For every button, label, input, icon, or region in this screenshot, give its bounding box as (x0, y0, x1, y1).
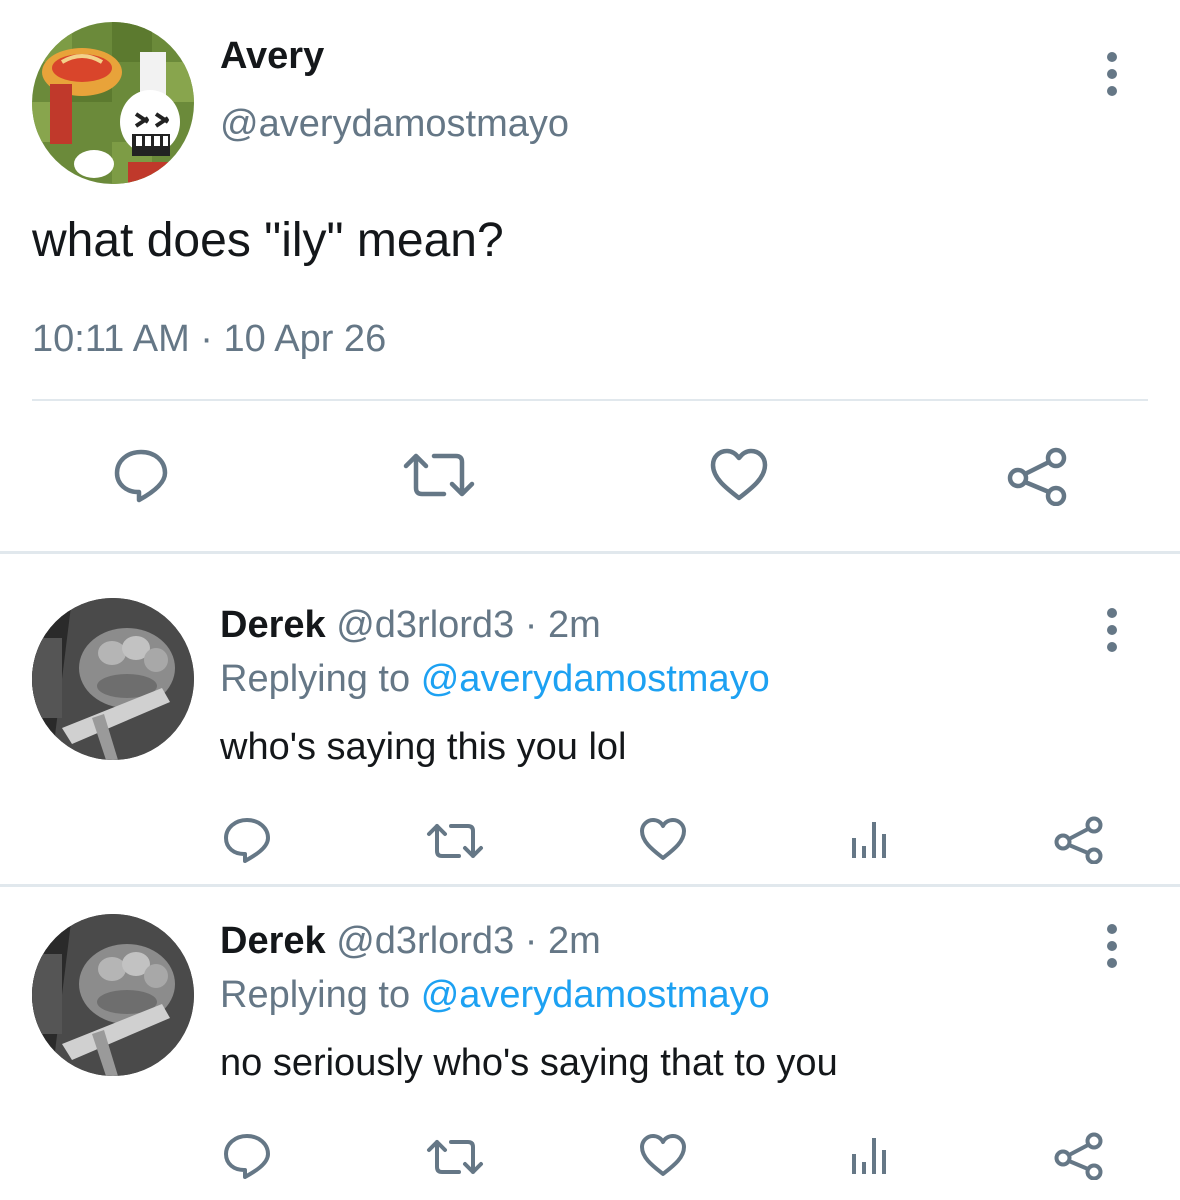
more-options-button[interactable] (1106, 608, 1118, 652)
reply-age[interactable]: 2m (548, 920, 601, 962)
reply-header: Derek @d3rlord3 · 2m (220, 918, 601, 964)
reply-avatar[interactable] (32, 598, 194, 760)
retweet-icon (427, 824, 483, 858)
meta-separator: · (524, 920, 538, 962)
like-icon (710, 448, 768, 501)
like-button[interactable] (638, 1132, 688, 1178)
dot-icon (1107, 69, 1117, 79)
dot-icon (1107, 941, 1117, 951)
author-handle[interactable]: @averydamostmayo (220, 102, 569, 146)
dot-icon (1107, 608, 1117, 618)
divider (32, 399, 1148, 401)
reply-text: no seriously who's saying that to you (220, 1042, 838, 1084)
like-button[interactable] (708, 446, 770, 504)
reply-button[interactable] (112, 446, 170, 504)
analytics-button[interactable] (850, 1134, 890, 1176)
reply-author-name[interactable]: Derek (220, 604, 326, 646)
reply-text: who's saying this you lol (220, 726, 627, 768)
share-icon (1054, 1132, 1103, 1180)
share-button[interactable] (1054, 1132, 1104, 1180)
dot-icon (1107, 625, 1117, 635)
replying-to: Replying to @averydamostmayo (220, 656, 770, 702)
retweet-button[interactable] (400, 446, 478, 504)
analytics-icon (852, 822, 886, 858)
author-avatar[interactable] (32, 22, 194, 184)
divider (0, 884, 1180, 887)
replying-label: Replying to (220, 658, 411, 700)
author-name[interactable]: Avery (220, 34, 324, 78)
reply-age[interactable]: 2m (548, 604, 601, 646)
reply-author-handle[interactable]: @d3rlord3 (336, 920, 514, 962)
like-button[interactable] (638, 816, 688, 862)
tweet-text: what does "ily" mean? (32, 214, 504, 267)
like-icon (640, 818, 686, 860)
reply-header: Derek @d3rlord3 · 2m (220, 602, 601, 648)
reply-button[interactable] (222, 1132, 272, 1180)
dot-icon (1107, 958, 1117, 968)
replying-label: Replying to (220, 974, 411, 1016)
dot-icon (1107, 924, 1117, 934)
tweet-time[interactable]: 10:11 AM (32, 318, 190, 360)
meta-separator: · (524, 604, 538, 646)
replying-to-mention[interactable]: @averydamostmayo (421, 658, 770, 700)
dot-icon (1107, 52, 1117, 62)
retweet-button[interactable] (424, 818, 486, 864)
replying-to-mention[interactable]: @averydamostmayo (421, 974, 770, 1016)
retweet-icon (403, 453, 475, 497)
reply-icon (224, 818, 270, 863)
reply-author-handle[interactable]: @d3rlord3 (336, 604, 514, 646)
analytics-icon (852, 1138, 886, 1174)
reply-icon (114, 449, 168, 503)
retweet-icon (427, 1140, 483, 1174)
dot-icon (1107, 86, 1117, 96)
more-options-button[interactable] (1106, 52, 1118, 96)
replying-to: Replying to @averydamostmayo (220, 972, 770, 1018)
analytics-button[interactable] (850, 818, 890, 860)
reply-author-name[interactable]: Derek (220, 920, 326, 962)
tweet-timestamp: 10:11 AM · 10 Apr 26 (32, 316, 386, 362)
reply-avatar[interactable] (32, 914, 194, 1076)
share-button[interactable] (1006, 446, 1070, 506)
more-options-button[interactable] (1106, 924, 1118, 968)
tweet-date[interactable]: 10 Apr 26 (224, 318, 387, 360)
share-icon (1054, 816, 1103, 864)
retweet-button[interactable] (424, 1134, 486, 1180)
like-icon (640, 1134, 686, 1176)
dot-icon (1107, 642, 1117, 652)
meta-separator: · (200, 318, 213, 360)
divider (0, 551, 1180, 554)
share-button[interactable] (1054, 816, 1104, 864)
reply-button[interactable] (222, 816, 272, 864)
reply-icon (224, 1134, 270, 1179)
share-icon (1007, 447, 1067, 506)
